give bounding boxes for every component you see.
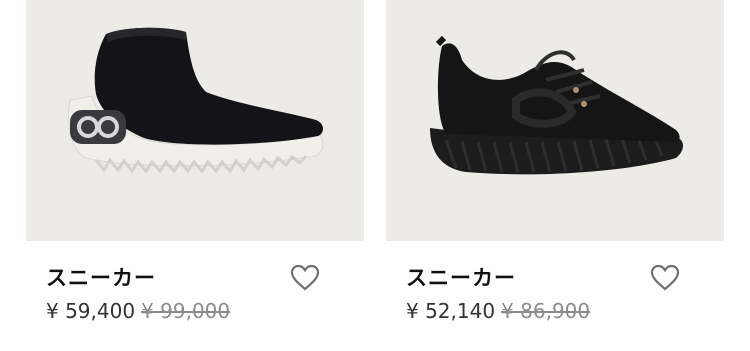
black-sneaker-image [430, 35, 683, 175]
sale-price: ¥ 52,140 [406, 299, 496, 323]
product-image[interactable] [26, 0, 364, 241]
product-card[interactable]: スニーカー ¥ 52,140 ¥ 86,900 [386, 0, 724, 351]
product-image[interactable] [386, 0, 724, 241]
original-price: ¥ 86,900 [501, 299, 591, 323]
product-price: ¥ 52,140 ¥ 86,900 [406, 299, 590, 323]
original-price: ¥ 99,000 [141, 299, 231, 323]
sock-sneaker-image [68, 27, 324, 174]
product-card[interactable]: スニーカー ¥ 59,400 ¥ 99,000 [26, 0, 364, 351]
heart-outline-icon[interactable] [290, 264, 320, 292]
sale-price: ¥ 59,400 [46, 299, 136, 323]
product-name[interactable]: スニーカー [406, 262, 516, 292]
product-name[interactable]: スニーカー [46, 262, 156, 292]
product-price: ¥ 59,400 ¥ 99,000 [46, 299, 230, 323]
heart-outline-icon[interactable] [650, 264, 680, 292]
